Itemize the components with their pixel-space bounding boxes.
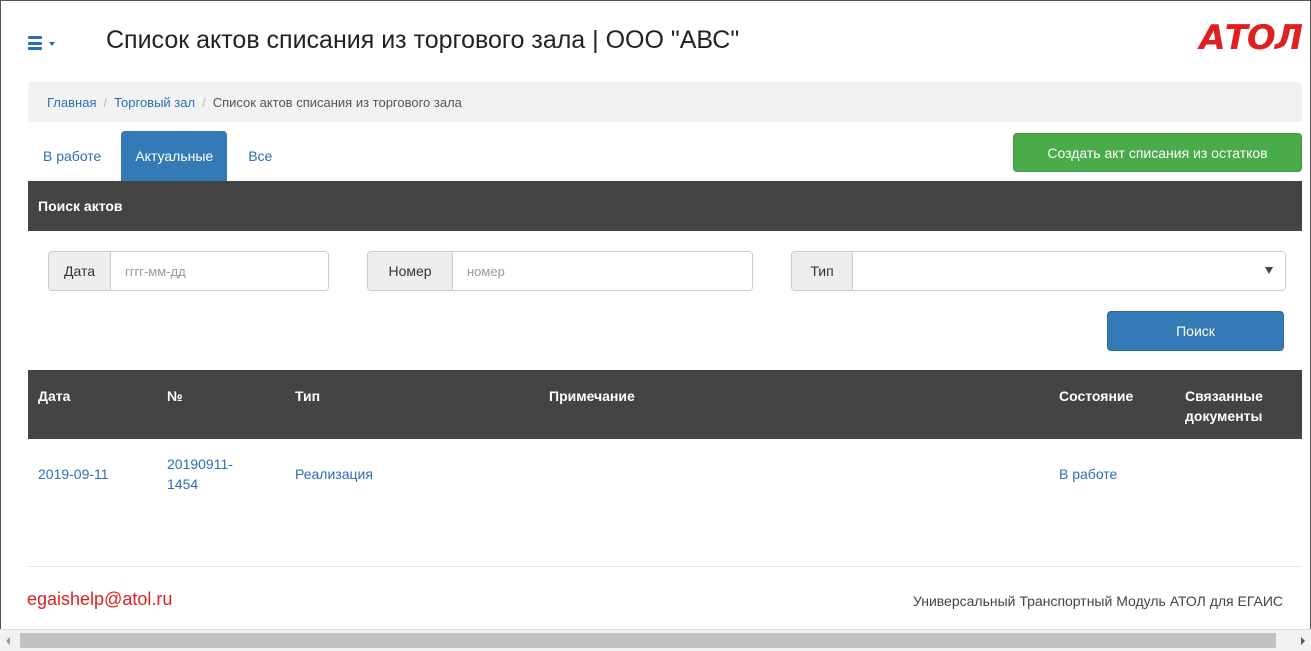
search-panel-title: Поиск актов — [28, 181, 1302, 231]
chevron-down-icon — [49, 42, 55, 46]
column-header-type: Тип — [295, 388, 321, 404]
number-filter-input[interactable] — [453, 252, 752, 290]
breadcrumb-separator: / — [202, 94, 206, 110]
breadcrumb-link-home[interactable]: Главная — [47, 95, 96, 110]
search-button[interactable]: Поиск — [1107, 311, 1284, 351]
row-type-link[interactable]: Реализация — [295, 464, 373, 484]
column-header-number: № — [167, 388, 183, 404]
scrollbar-thumb[interactable] — [20, 633, 1276, 648]
row-number-link[interactable]: 20190911-1454 — [167, 454, 247, 494]
type-filter-select[interactable] — [853, 252, 1285, 290]
horizontal-scrollbar[interactable] — [0, 629, 1311, 651]
date-filter-group: Дата — [48, 251, 329, 291]
number-filter-label: Номер — [368, 252, 453, 290]
date-filter-label: Дата — [49, 252, 111, 290]
hamburger-icon — [28, 36, 42, 50]
scroll-left-icon[interactable] — [6, 637, 10, 645]
row-status-link[interactable]: В работе — [1059, 464, 1117, 484]
row-date-link[interactable]: 2019-09-11 — [38, 464, 109, 484]
type-filter-group: Тип — [791, 251, 1286, 291]
footer-divider — [28, 566, 1302, 567]
column-header-date: Дата — [38, 388, 71, 404]
breadcrumb-separator: / — [103, 94, 108, 110]
menu-toggle-button[interactable] — [28, 32, 62, 54]
date-filter-input[interactable] — [111, 252, 328, 290]
support-email[interactable]: egaishelp@atol.ru — [27, 589, 172, 610]
scroll-right-icon[interactable] — [1301, 637, 1305, 645]
status-tabs: В работе Актуальные Все — [30, 131, 285, 181]
create-writeoff-button[interactable]: Создать акт списания из остатков — [1013, 133, 1302, 172]
tab-all[interactable]: Все — [235, 131, 285, 181]
page-header: Список актов списания из торгового зала … — [12, 18, 1303, 70]
number-filter-group: Номер — [367, 251, 753, 291]
column-header-note: Примечание — [549, 388, 635, 404]
type-filter-label: Тип — [792, 252, 853, 290]
table-row: 2019-09-11 20190911-1454 Реализация В ра… — [28, 439, 1302, 507]
tab-in-progress[interactable]: В работе — [30, 131, 114, 181]
tab-current[interactable]: Актуальные — [121, 131, 228, 181]
product-name: Универсальный Транспортный Модуль АТОЛ д… — [912, 593, 1283, 609]
column-header-related: Связанные документы — [1185, 388, 1263, 424]
brand-logo: АТОЛ — [1199, 18, 1303, 58]
column-header-status: Состояние — [1059, 388, 1134, 404]
page-title: Список актов списания из торгового зала … — [106, 26, 740, 54]
table-header: Дата № Тип Примечание Состояние Связанны… — [28, 370, 1302, 439]
breadcrumb: Главная / Торговый зал / Список актов сп… — [28, 82, 1302, 122]
breadcrumb-current: Список актов списания из торгового зала — [212, 94, 462, 110]
breadcrumb-link-sales-floor[interactable]: Торговый зал — [114, 95, 195, 110]
dropdown-arrow-icon — [1265, 267, 1273, 274]
